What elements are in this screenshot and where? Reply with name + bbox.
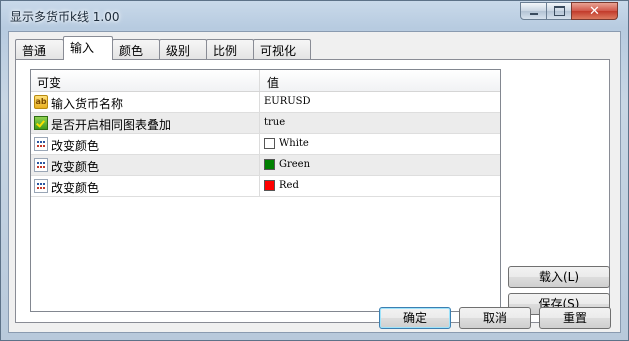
color-icon (34, 158, 48, 172)
close-icon: ✕ (589, 3, 600, 19)
window-title: 显示多货币k线 1.00 (10, 10, 120, 24)
maximize-button[interactable] (546, 2, 572, 20)
color-value-field[interactable]: White (279, 138, 309, 149)
maximize-icon (553, 6, 565, 16)
inputs-panel: 可变 值 ab 输入货币名称 EURUSD 是否开启相同图表叠加 true 改变… (15, 59, 610, 323)
dialog-body: 普通 输入 颜色 级别 比例 可视化 可变 值 ab 输入货币名称 EURUSD (8, 31, 621, 333)
color-value-field[interactable]: Red (279, 180, 299, 191)
tab-scale[interactable]: 比例 (206, 39, 254, 59)
currency-value-field[interactable]: EURUSD (264, 96, 311, 107)
load-button[interactable]: 载入(L) (508, 266, 610, 288)
minimize-button[interactable] (520, 2, 547, 20)
overlay-value-field[interactable]: true (264, 117, 285, 128)
tab-inputs[interactable]: 输入 (63, 36, 113, 60)
ok-button[interactable]: 确定 (379, 307, 451, 329)
column-divider[interactable] (259, 70, 260, 91)
row-divider (259, 113, 260, 133)
reset-button[interactable]: 重置 (539, 307, 611, 329)
inputs-grid: 可变 值 ab 输入货币名称 EURUSD 是否开启相同图表叠加 true 改变… (30, 69, 501, 312)
tab-common[interactable]: 普通 (15, 39, 64, 59)
row-name: 改变颜色 (51, 181, 100, 195)
row-divider (259, 176, 260, 196)
grid-row-currency[interactable]: ab 输入货币名称 EURUSD (31, 92, 500, 113)
cancel-button[interactable]: 取消 (459, 307, 531, 329)
title-bar[interactable]: 显示多货币k线 1.00 ✕ (1, 1, 629, 31)
color-swatch[interactable] (264, 159, 275, 170)
tab-colors[interactable]: 颜色 (112, 39, 160, 59)
ab-icon: ab (34, 95, 48, 109)
color-value-field[interactable]: Green (279, 159, 310, 170)
row-name: 输入货币名称 (51, 97, 124, 111)
color-icon (34, 137, 48, 151)
window-frame: 显示多货币k线 1.00 ✕ 普通 输入 颜色 级别 比例 可视化 可变 值 a… (0, 0, 629, 341)
minimize-icon (529, 13, 538, 15)
grid-header: 可变 值 (31, 70, 500, 92)
row-divider (259, 134, 260, 154)
value-column-header[interactable]: 值 (267, 74, 279, 91)
color-icon (34, 179, 48, 193)
color-swatch[interactable] (264, 180, 275, 191)
row-name: 改变颜色 (51, 139, 100, 153)
row-divider (259, 92, 260, 112)
grid-row-color-3[interactable]: 改变颜色 Red (31, 176, 500, 197)
tab-visualization[interactable]: 可视化 (253, 39, 311, 59)
grid-row-color-2[interactable]: 改变颜色 Green (31, 155, 500, 176)
close-button[interactable]: ✕ (571, 2, 618, 20)
row-name: 改变颜色 (51, 160, 100, 174)
tab-levels[interactable]: 级别 (159, 39, 207, 59)
row-name: 是否开启相同图表叠加 (51, 118, 172, 132)
variable-column-header[interactable]: 可变 (37, 74, 61, 91)
bool-icon (34, 116, 48, 130)
grid-row-overlay[interactable]: 是否开启相同图表叠加 true (31, 113, 500, 134)
color-swatch[interactable] (264, 138, 275, 149)
row-divider (259, 155, 260, 175)
grid-row-color-1[interactable]: 改变颜色 White (31, 134, 500, 155)
